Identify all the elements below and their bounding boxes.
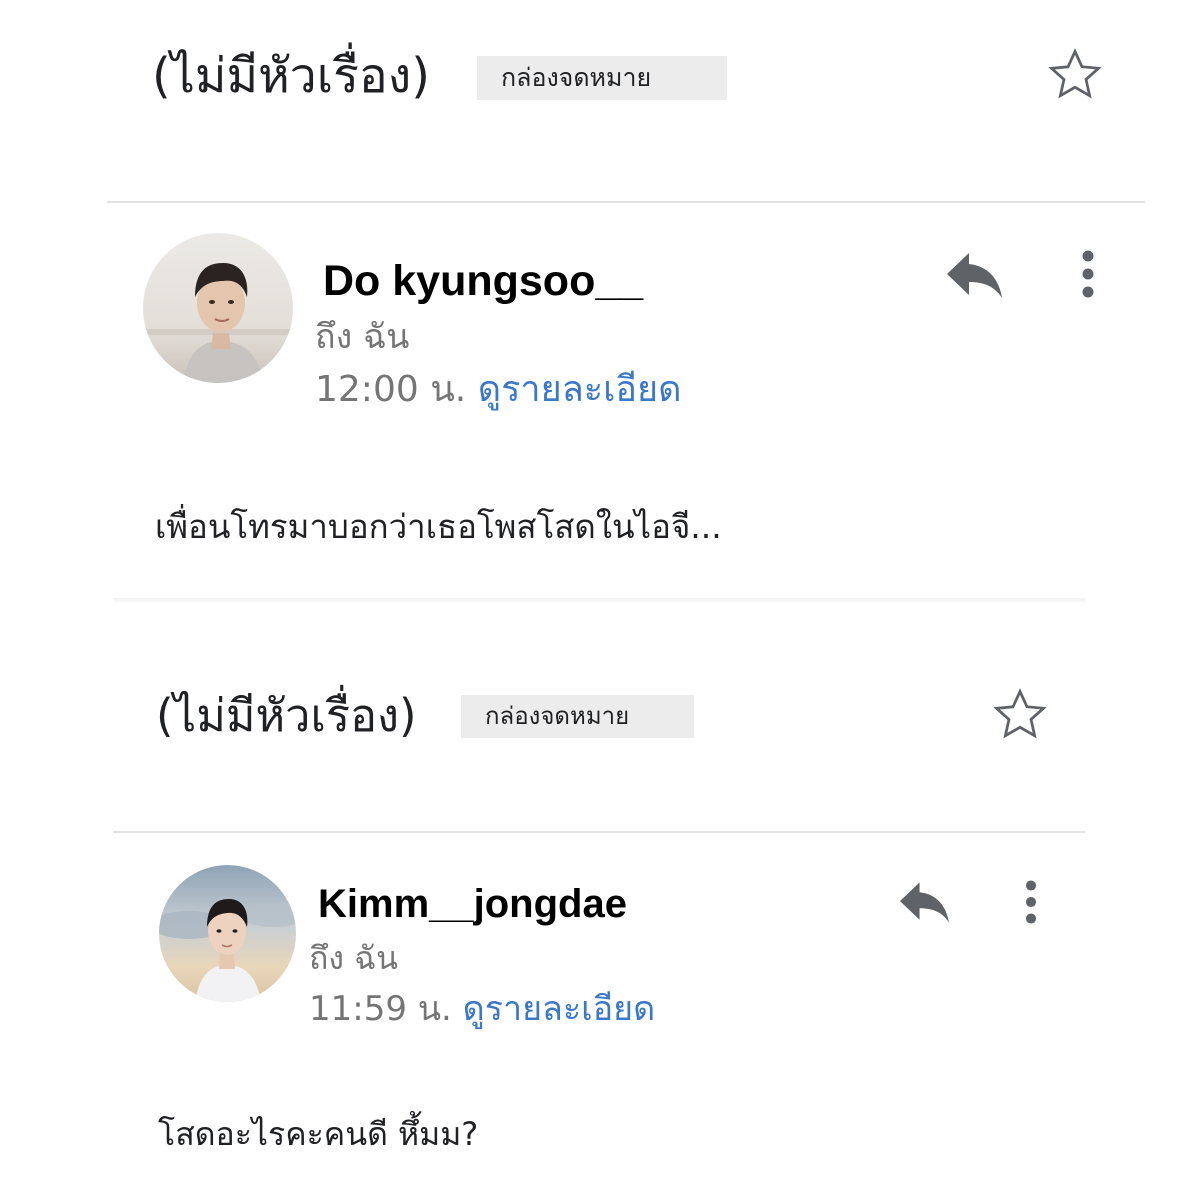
recipient-line[interactable]: ถึง ฉัน	[315, 320, 409, 354]
timestamp-row: 12:00 น. ดูรายละเอียด	[315, 372, 682, 408]
header-divider	[107, 201, 1145, 203]
inbox-label-chip[interactable]: กล่องจดหมาย	[461, 695, 694, 738]
sender-name: Kimm__jongdae	[318, 882, 627, 926]
inbox-label-chip[interactable]: กล่องจดหมาย	[477, 56, 727, 100]
email-subject: (ไม่มีหัวเรื่อง)	[156, 689, 417, 742]
email-subject: (ไม่มีหัวเรื่อง)	[152, 48, 430, 104]
sender-avatar[interactable]	[143, 233, 293, 383]
view-details-link[interactable]: ดูรายละเอียด	[478, 369, 682, 410]
timestamp-row: 11:59 น. ดูรายละเอียด	[309, 992, 655, 1026]
view-details-link[interactable]: ดูรายละเอียด	[463, 989, 656, 1029]
thread-separator	[113, 598, 1085, 602]
timestamp: 12:00 น.	[315, 369, 467, 410]
more-options-icon[interactable]	[1020, 878, 1042, 926]
reply-icon[interactable]	[897, 878, 951, 926]
header-divider	[113, 831, 1085, 833]
star-icon[interactable]	[990, 685, 1050, 745]
email-body: โสดอะไรคะคนดี หึ้มม?	[158, 1115, 479, 1153]
reply-icon[interactable]	[944, 248, 1004, 302]
sender-name: Do kyungsoo__	[323, 257, 644, 305]
star-icon[interactable]	[1045, 45, 1105, 105]
more-options-icon[interactable]	[1076, 248, 1100, 300]
recipient-line[interactable]: ถึง ฉัน	[309, 942, 398, 974]
email-body: เพื่อนโทรมาบอกว่าเธอโพสโสดในไอจี...	[155, 507, 722, 546]
sender-avatar[interactable]	[159, 865, 296, 1002]
timestamp: 11:59 น.	[309, 989, 452, 1029]
